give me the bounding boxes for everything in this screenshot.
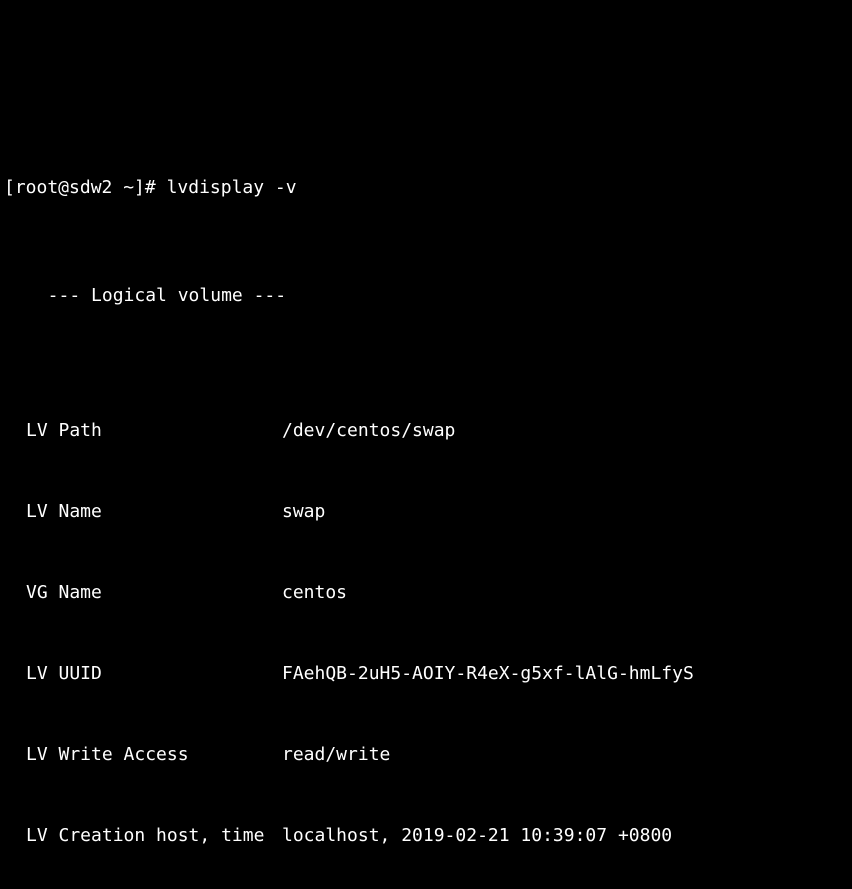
lv-wa-value: read/write: [282, 741, 390, 768]
lv-wa-label: LV Write Access: [4, 741, 282, 768]
lv-path-value: /dev/centos/swap: [282, 417, 455, 444]
lv-uuid-value: FAehQB-2uH5-AOIY-R4eX-g5xf-lAlG-hmLfyS: [282, 660, 694, 687]
lv-uuid-label: LV UUID: [4, 660, 282, 687]
lv-creation-host-time-row: LV Creation host, timelocalhost, 2019-02…: [4, 822, 848, 849]
lv-name-row: LV Nameswap: [4, 498, 848, 525]
lv-path-label: LV Path: [4, 417, 282, 444]
command-entered: lvdisplay -v: [167, 177, 297, 198]
lv-section-header: --- Logical volume ---: [4, 282, 848, 309]
vg-name-value: centos: [282, 579, 347, 606]
shell-prompt: [root@sdw2 ~]#: [4, 177, 167, 198]
terminal-output[interactable]: [root@sdw2 ~]# clear [root@sdw2 ~]# lvdi…: [0, 0, 852, 889]
lv-uuid-row: LV UUIDFAehQB-2uH5-AOIY-R4eX-g5xf-lAlG-h…: [4, 660, 848, 687]
prompt-line: [root@sdw2 ~]# lvdisplay -v: [4, 174, 848, 201]
previous-command-fragment: [root@sdw2 ~]# clear: [4, 81, 848, 93]
lv-write-access-row: LV Write Accessread/write: [4, 741, 848, 768]
vg-name-label: VG Name: [4, 579, 282, 606]
lv-path-row: LV Path/dev/centos/swap: [4, 417, 848, 444]
vg-name-row: VG Namecentos: [4, 579, 848, 606]
lv-cht-label: LV Creation host, time: [4, 822, 282, 849]
lv-cht-value: localhost, 2019-02-21 10:39:07 +0800: [282, 822, 672, 849]
lv-name-value: swap: [282, 498, 325, 525]
lv-name-label: LV Name: [4, 498, 282, 525]
